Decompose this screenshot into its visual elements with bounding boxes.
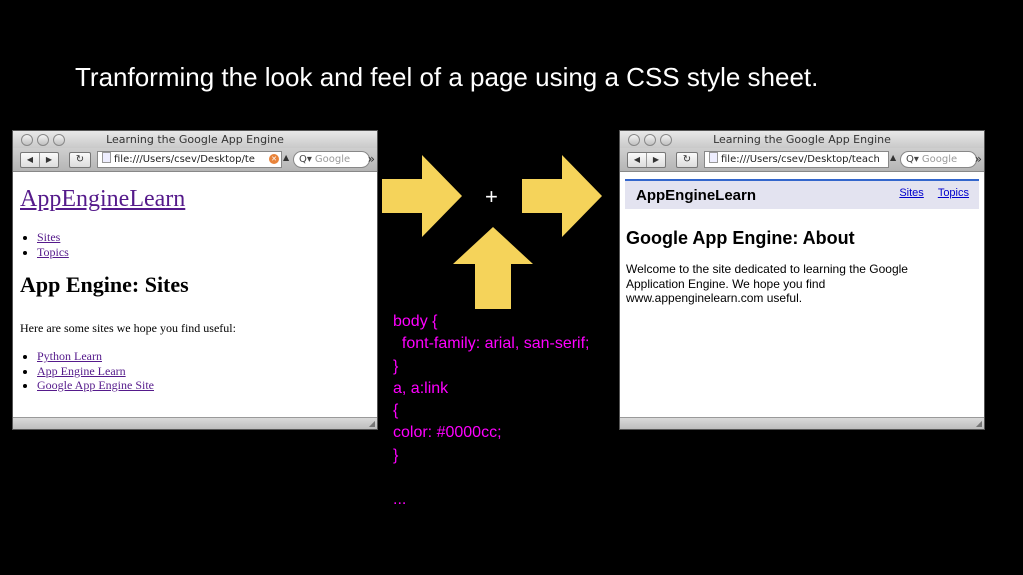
search-placeholder: Google: [921, 154, 958, 165]
list-item: Python Learn: [37, 349, 154, 364]
page-icon: [709, 152, 718, 163]
forward-button[interactable]: ▶: [646, 153, 665, 167]
link-google-app-engine-site[interactable]: Google App Engine Site: [37, 378, 154, 392]
forward-button[interactable]: ▶: [39, 153, 58, 167]
resize-grip-icon[interactable]: ◢: [369, 419, 375, 428]
search-field[interactable]: Q▾ Google: [900, 151, 977, 168]
code-line: font-family: arial, san-serif;: [393, 335, 590, 353]
slide-title: Tranforming the look and feel of a page …: [75, 62, 819, 92]
code-line: a, a:link: [393, 379, 449, 397]
back-button[interactable]: ◀: [21, 153, 39, 167]
link-python-learn[interactable]: Python Learn: [37, 349, 102, 363]
nav-buttons: ◀ ▶: [627, 152, 666, 168]
address-bar-text: file:///Users/csev/Desktop/te: [114, 154, 255, 165]
address-bar[interactable]: file:///Users/csev/Desktop/teach ✕: [704, 151, 889, 168]
nav-link-topics[interactable]: Topics: [938, 187, 969, 199]
plus-sign: +: [485, 184, 498, 209]
site-title-link[interactable]: AppEngineLearn: [20, 186, 185, 213]
page-icon: [102, 152, 111, 163]
nav-link-sites[interactable]: Sites: [37, 230, 60, 244]
nav-link-topics[interactable]: Topics: [37, 245, 69, 259]
code-line: }: [393, 446, 399, 464]
page-content: AppEngineLearn Sites Topics App Engine: …: [13, 172, 377, 412]
code-line: ...: [393, 491, 407, 509]
status-bar: ◢: [13, 417, 377, 429]
list-item: Google App Engine Site: [37, 378, 154, 393]
title-bar: Learning the Google App Engine: [13, 131, 377, 148]
address-bar-text: file:///Users/csev/Desktop/teach: [721, 154, 880, 165]
nav-link-sites[interactable]: Sites: [899, 187, 923, 199]
list-item: Sites: [37, 230, 69, 245]
back-button[interactable]: ◀: [628, 153, 646, 167]
css-code-block: body { font-family: arial, san-serif; } …: [393, 311, 590, 512]
stop-icon[interactable]: ✕: [269, 154, 279, 164]
reload-icon: ↻: [682, 154, 692, 165]
search-placeholder: Google: [314, 154, 351, 165]
caret-up-icon[interactable]: ▲: [283, 153, 289, 162]
status-bar: ◢: [620, 417, 984, 429]
window-title: Learning the Google App Engine: [713, 133, 891, 146]
title-bar: Learning the Google App Engine: [620, 131, 984, 148]
header-nav: Sites Topics: [885, 187, 969, 199]
reload-button[interactable]: ↻: [69, 152, 91, 168]
overflow-chevron-icon[interactable]: »: [975, 152, 982, 166]
site-brand: AppEngineLearn: [636, 187, 757, 204]
reload-icon: ↻: [75, 154, 85, 165]
nav-list: Sites Topics: [37, 230, 69, 259]
intro-text: Here are some sites we hope you find use…: [20, 321, 236, 335]
list-item: App Engine Learn: [37, 364, 154, 379]
link-app-engine-learn[interactable]: App Engine Learn: [37, 364, 126, 378]
overflow-chevron-icon[interactable]: »: [368, 152, 375, 166]
window-title: Learning the Google App Engine: [106, 133, 284, 146]
list-item: Topics: [37, 245, 69, 260]
code-line: }: [393, 357, 399, 375]
code-line: {: [393, 402, 399, 420]
sites-list: Python Learn App Engine Learn Google App…: [37, 349, 154, 393]
browser-toolbar: ◀▶ ↻ file:///Users/csev/Desktop/teach ✕ …: [620, 148, 984, 172]
address-bar[interactable]: file:///Users/csev/Desktop/te ✕: [97, 151, 282, 168]
search-icon: Q▾: [299, 154, 312, 165]
resize-grip-icon[interactable]: ◢: [976, 419, 982, 428]
up-arrow-icon: [453, 227, 533, 309]
body-text: Welcome to the site dedicated to learnin…: [626, 262, 908, 305]
browser-window-styled: Learning the Google App Engine ◀ ▶ ↻ file…: [619, 130, 985, 430]
page-heading: App Engine: Sites: [20, 272, 189, 297]
code-line: color: #0000cc;: [393, 424, 502, 442]
page-heading: Google App Engine: About: [626, 228, 855, 248]
right-arrow-icon: [382, 155, 462, 237]
caret-up-icon[interactable]: ▲: [890, 153, 896, 162]
right-arrow-icon: [522, 155, 602, 237]
code-line: body {: [393, 313, 438, 330]
site-header: AppEngineLearn Sites Topics: [625, 179, 979, 209]
browser-window-unstyled: Learning the Google App Engine ◀ ▶ ↻ file…: [12, 130, 378, 430]
browser-toolbar: ◀ ▶ ↻ file:///Users/csev/Desktop/te ✕ ▲ Q…: [13, 148, 377, 172]
search-field[interactable]: Q▾ Google: [293, 151, 370, 168]
nav-buttons: ◀ ▶: [20, 152, 59, 168]
reload-button[interactable]: ↻: [676, 152, 698, 168]
search-icon: Q▾: [906, 154, 919, 165]
page-content: AppEngineLearn Sites Topics Google App En…: [620, 172, 984, 412]
